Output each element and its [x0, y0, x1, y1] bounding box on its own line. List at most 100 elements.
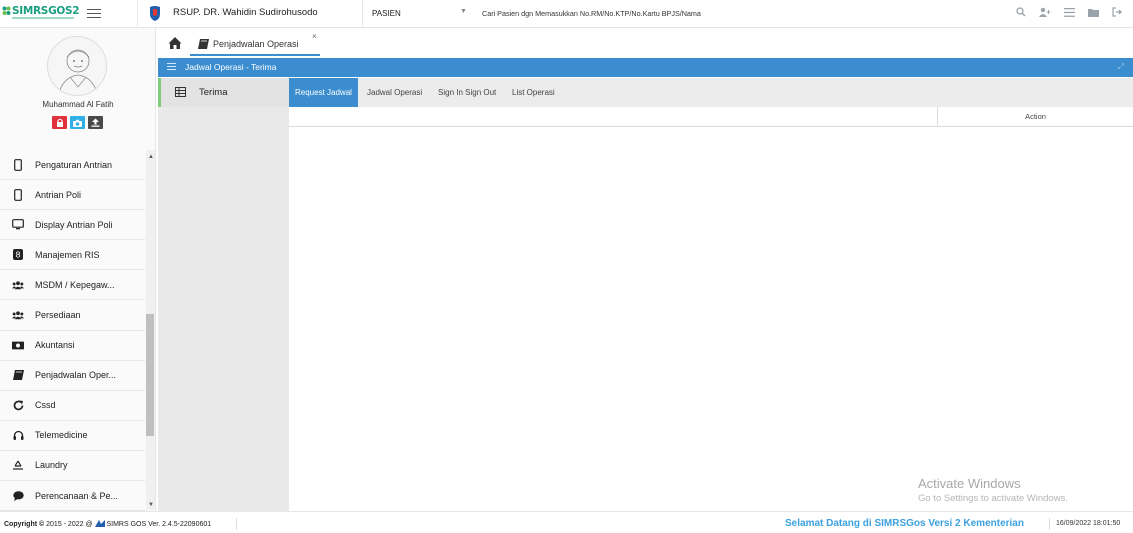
home-icon[interactable] — [168, 36, 182, 50]
expand-icon[interactable]: ⤢ — [1118, 62, 1124, 72]
svg-text:8: 8 — [15, 251, 20, 260]
sidebar-item[interactable]: Laundry — [0, 451, 145, 482]
search-category-select[interactable]: PASIEN — [372, 9, 401, 18]
upload-button[interactable] — [88, 116, 103, 129]
sidebar-item[interactable]: Pengaturan Antrian — [0, 150, 145, 181]
hospital-name: RSUP. DR. Wahidin Sudirohusodo — [173, 7, 318, 18]
tab-penjadwalan-operasi[interactable]: Penjadwalan Operasi × — [190, 32, 320, 56]
logo-text: SIMRSGOS2 — [12, 5, 80, 17]
scroll-down-icon[interactable]: ▼ — [148, 502, 154, 508]
welcome-marquee: Selamat Datang di SIMRSGos Versi 2 Kemen… — [785, 518, 1024, 529]
panel-left-column — [158, 78, 289, 511]
add-user-icon[interactable] — [1039, 5, 1051, 19]
sidebar-item-label: Persediaan — [35, 310, 81, 321]
sidebar-item[interactable]: Telemedicine — [0, 421, 145, 451]
user-name: Muhammad Al Fatih — [42, 100, 114, 109]
subtab-sign-in-sign-out[interactable]: Sign In Sign Out — [432, 78, 502, 107]
table-header: Action — [289, 107, 1133, 127]
camera-icon — [73, 119, 82, 127]
subtab-request-jadwal[interactable]: Request Jadwal — [289, 78, 358, 107]
hamburger-icon — [167, 63, 176, 72]
scroll-up-icon[interactable]: ▲ — [148, 154, 154, 160]
lock-icon — [56, 118, 63, 127]
copyright-years: 2015 - 2022 @ — [46, 521, 93, 528]
camera-button[interactable] — [70, 116, 85, 129]
divider — [137, 0, 138, 28]
sidebar-item-label: MSDM / Kepegaw... — [35, 279, 115, 290]
subtab-jadwal-operasi[interactable]: Jadwal Operasi — [361, 78, 428, 107]
avatar — [47, 36, 107, 96]
sidebar-item-label: Akuntansi — [35, 340, 75, 351]
book-icon — [198, 39, 209, 49]
activate-windows-title: Activate Windows — [918, 476, 1021, 491]
logout-icon[interactable] — [1111, 5, 1123, 19]
folder-icon[interactable] — [1087, 5, 1099, 19]
mobile-icon — [12, 158, 24, 171]
hospital-logo-icon — [150, 6, 160, 21]
logo-mark-icon — [2, 6, 11, 15]
divider — [362, 0, 363, 28]
panel-header: Jadwal Operasi - Terima ⤢ — [158, 58, 1133, 77]
sidebar-item[interactable]: Akuntansi — [0, 331, 145, 361]
column-header-action: Action — [1025, 112, 1046, 121]
top-icon-group — [1015, 5, 1123, 19]
logo-underline — [12, 17, 74, 19]
lock-button[interactable] — [52, 116, 67, 129]
sidebar-item[interactable]: Persediaan — [0, 300, 145, 331]
sidebar-item-label: Cssd — [35, 400, 56, 411]
datetime: 16/09/2022 18:01:50 — [1056, 520, 1121, 527]
terima-label: Terima — [199, 87, 228, 98]
refresh-icon — [12, 399, 24, 411]
user-action-buttons — [52, 116, 103, 129]
sidebar-item-label: Laundry — [35, 460, 68, 471]
sidebar-item-label: Display Antrian Poli — [35, 219, 113, 230]
list-icon[interactable] — [1063, 5, 1075, 19]
upload-icon — [91, 118, 100, 127]
divider — [236, 518, 237, 530]
sidebar-item[interactable]: Antrian Poli — [0, 180, 145, 211]
app-logo[interactable]: SIMRSGOS2 — [2, 4, 80, 22]
users-icon — [12, 309, 24, 321]
sidebar-item-label: Penjadwalan Oper... — [35, 370, 117, 381]
sidebar: Muhammad Al Fatih Pengaturan Antrian Antr… — [0, 28, 156, 512]
book-icon — [12, 369, 24, 381]
sidebar-item[interactable]: Penjadwalan Oper... — [0, 361, 145, 391]
tab-label: Penjadwalan Operasi — [213, 39, 299, 49]
menu-item-terima[interactable]: Terima — [158, 78, 289, 107]
subtab-list-operasi[interactable]: List Operasi — [506, 78, 561, 107]
sidebar-menu: Pengaturan Antrian Antrian Poli Display An… — [0, 150, 145, 512]
top-navbar: SIMRSGOS2 RSUP. DR. Wahidin Sudirohusodo… — [0, 0, 1133, 28]
simrs-mini-logo-icon — [94, 520, 105, 527]
sidebar-item[interactable]: 8 Manajemen RIS — [0, 240, 145, 271]
search-icon[interactable] — [1015, 5, 1027, 19]
user-avatar-icon — [58, 49, 98, 95]
sidebar-item[interactable]: Display Antrian Poli — [0, 210, 145, 241]
activate-windows-subtitle: Go to Settings to activate Windows. — [918, 493, 1068, 504]
sidebar-item-label: Antrian Poli — [35, 189, 82, 200]
ris-icon: 8 — [12, 249, 24, 261]
sidebar-item[interactable]: MSDM / Kepegaw... — [0, 270, 145, 301]
patient-search-input[interactable]: Cari Pasien dgn Memasukkan No.RM/No.KTP/… — [482, 9, 701, 18]
sidebar-scrollbar-thumb[interactable] — [146, 314, 154, 436]
close-icon[interactable]: × — [312, 32, 317, 41]
divider — [1049, 518, 1050, 530]
sidebar-item-label: Manajemen RIS — [35, 249, 100, 260]
panel-title: Jadwal Operasi - Terima — [185, 62, 277, 72]
sidebar-item-label: Pengaturan Antrian — [35, 159, 113, 170]
mobile-icon — [12, 188, 24, 201]
comment-icon — [12, 490, 24, 502]
sidebar-item-label: Perencanaan & Pe... — [35, 490, 119, 501]
recycle-icon — [12, 459, 24, 471]
headset-icon — [12, 429, 24, 441]
monitor-icon — [12, 219, 24, 231]
footer: Copyright © 2015 - 2022 @ SIMRS GOS Ver.… — [0, 511, 1133, 533]
sidebar-item-label: Telemedicine — [35, 430, 88, 441]
copyright-text: Copyright © 2015 - 2022 @ SIMRS GOS Ver.… — [4, 520, 211, 528]
users-icon — [12, 279, 24, 291]
sidebar-item[interactable]: Perencanaan & Pe... — [0, 481, 145, 512]
sidebar-item[interactable]: Cssd — [0, 391, 145, 421]
menu-toggle-icon[interactable] — [87, 6, 101, 20]
version-text: SIMRS GOS Ver. 2.4.5-22090601 — [106, 521, 212, 528]
money-icon — [12, 339, 24, 351]
chevron-down-icon[interactable]: ▼ — [460, 8, 467, 15]
